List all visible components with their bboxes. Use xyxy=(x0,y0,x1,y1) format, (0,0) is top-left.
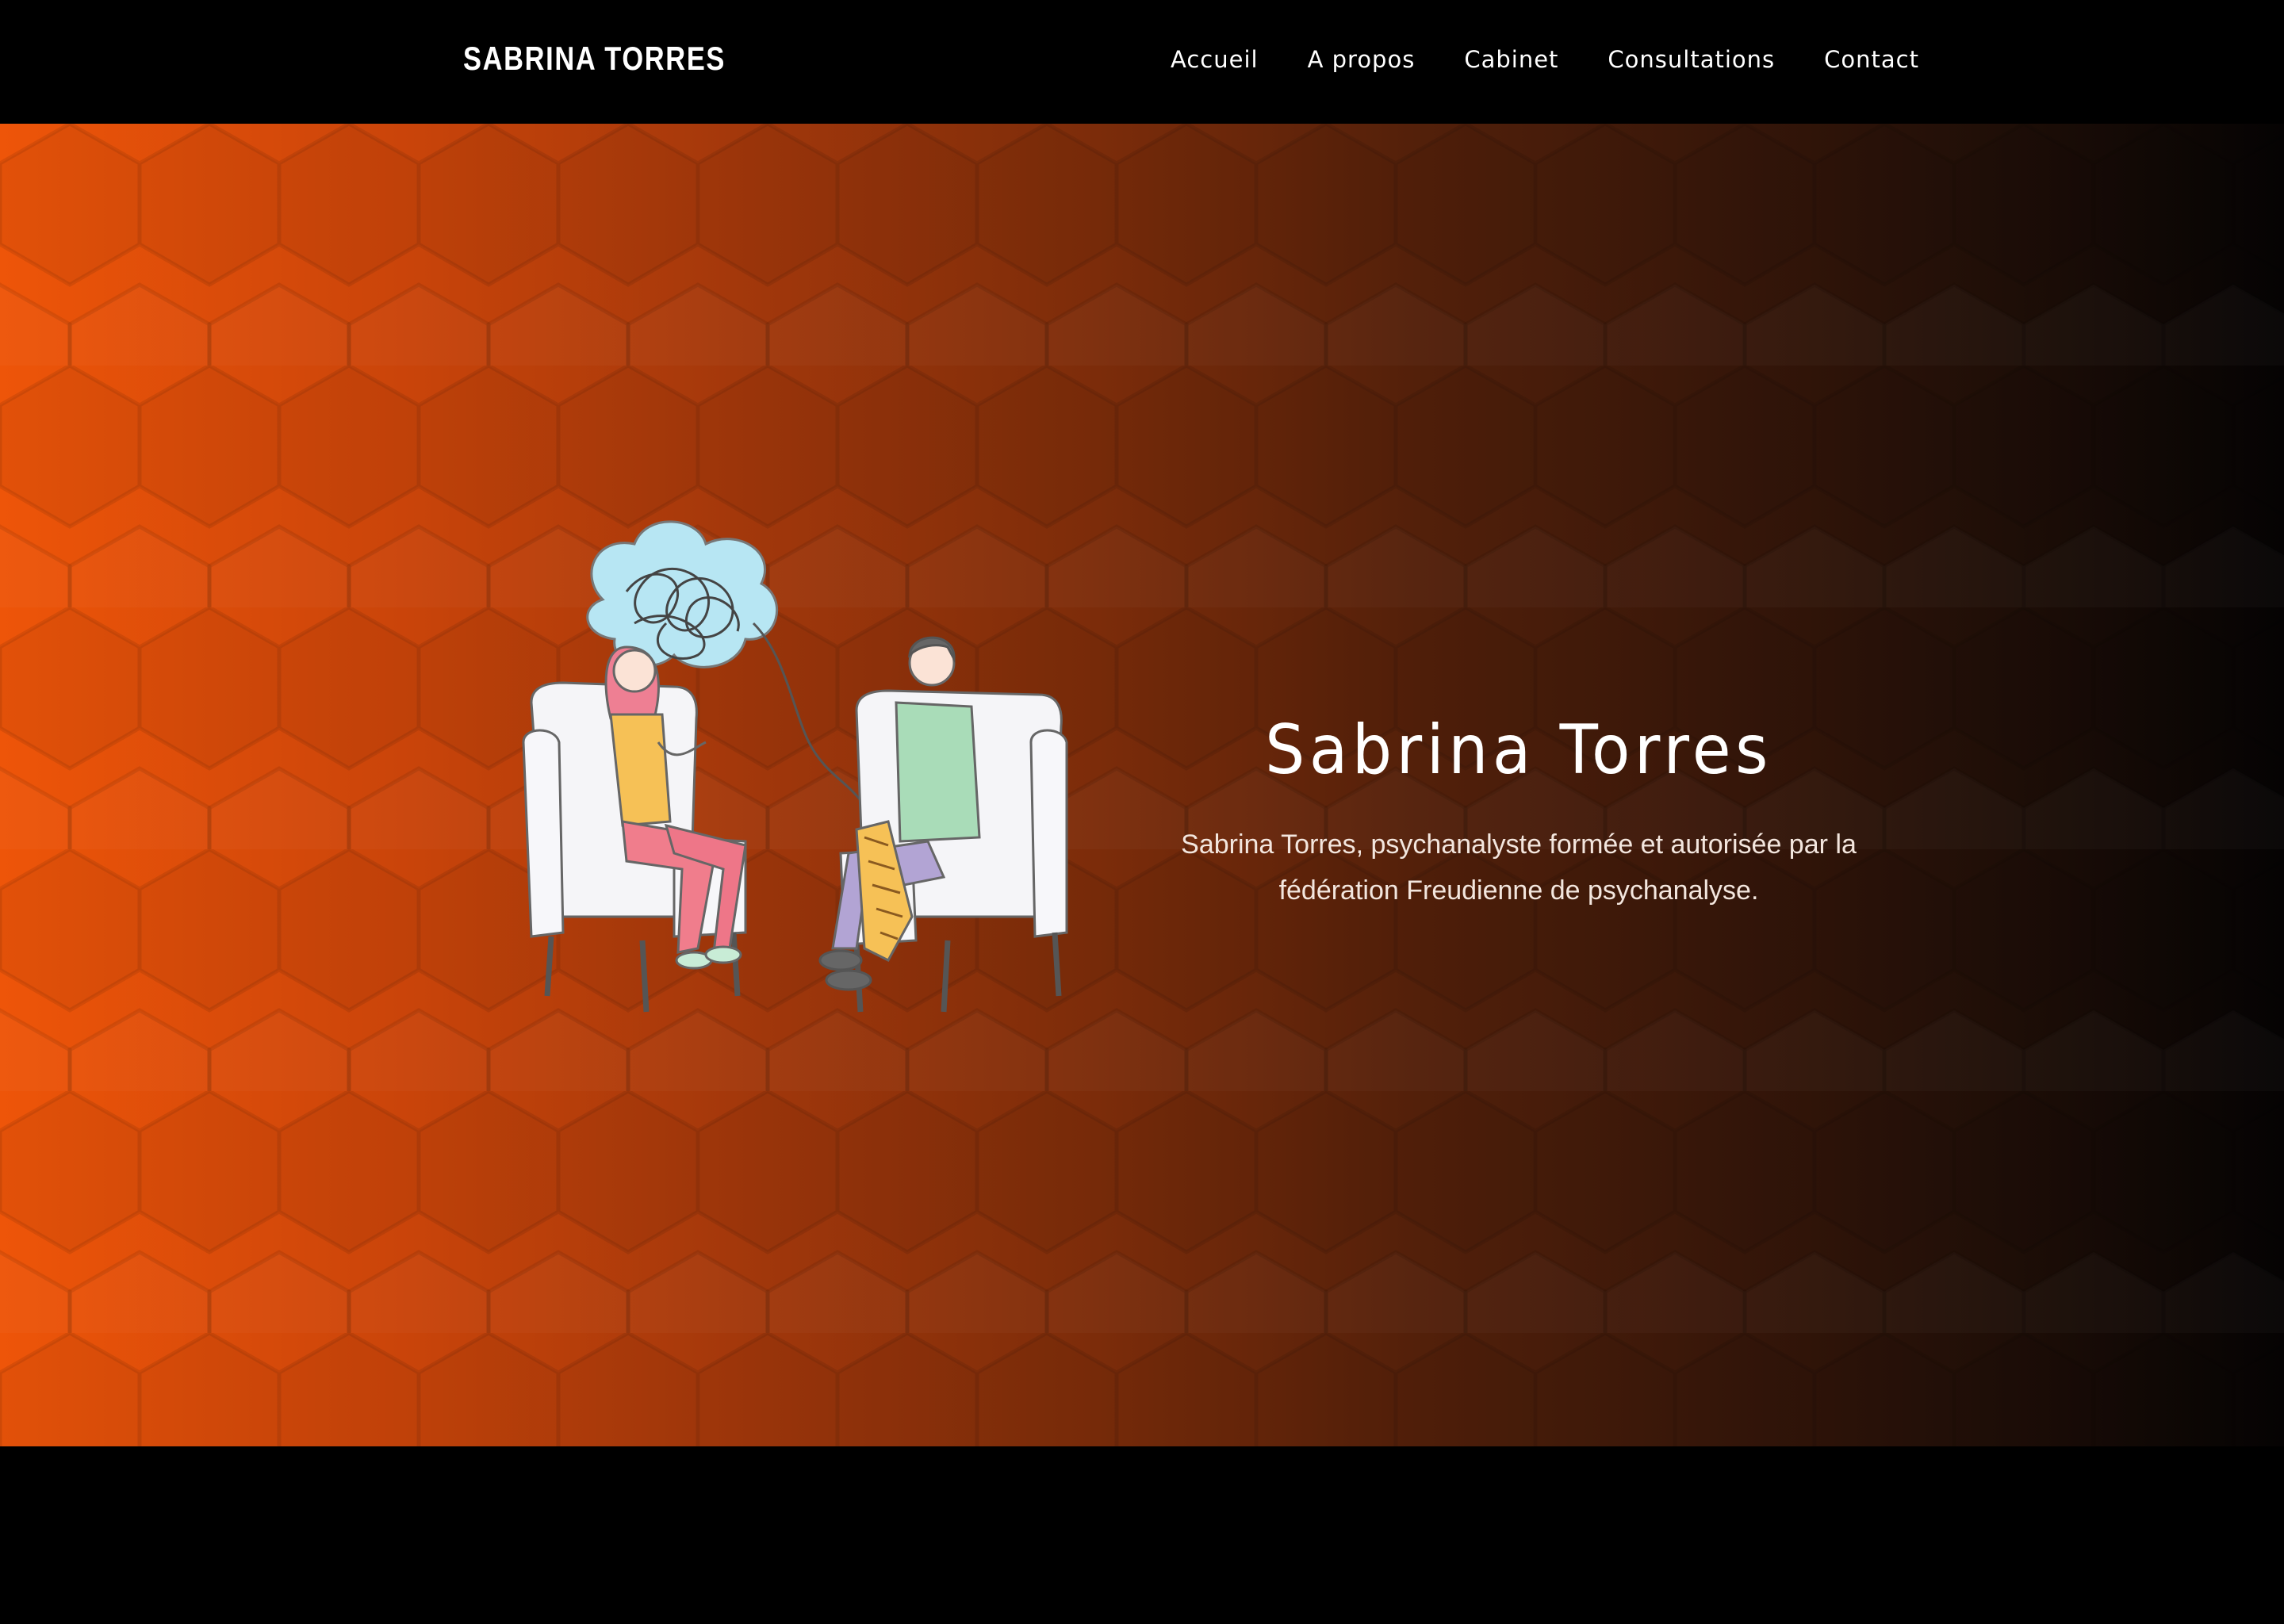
nav-item-contact: Contact xyxy=(1824,46,1919,73)
nav-link-cabinet[interactable]: Cabinet xyxy=(1464,46,1558,73)
nav-item-accueil: Accueil xyxy=(1171,46,1259,73)
hero-title: Sabrina Torres xyxy=(1265,710,1772,790)
site-header: SABRINA TORRES Accueil A propos Cabinet … xyxy=(0,0,2284,124)
hexagon-background-pattern xyxy=(0,124,2284,1446)
bottom-band xyxy=(0,1446,2284,1624)
nav-item-cabinet: Cabinet xyxy=(1464,46,1558,73)
page: SABRINA TORRES Accueil A propos Cabinet … xyxy=(0,0,2284,1624)
brand-logo-link[interactable]: SABRINA TORRES xyxy=(463,40,726,78)
nav-link-consultations[interactable]: Consultations xyxy=(1608,46,1775,73)
nav-item-a-propos: A propos xyxy=(1308,46,1416,73)
hero-section: Sabrina Torres Sabrina Torres, psychanal… xyxy=(0,124,2284,1446)
therapy-session-illustration xyxy=(522,520,1068,1013)
hero-text-block: Sabrina Torres Sabrina Torres, psychanal… xyxy=(1158,710,1880,914)
nav-link-contact[interactable]: Contact xyxy=(1824,46,1919,73)
nav-list: Accueil A propos Cabinet Consultations C… xyxy=(1171,46,1919,73)
nav-link-a-propos[interactable]: A propos xyxy=(1308,46,1416,73)
nav-link-accueil[interactable]: Accueil xyxy=(1171,46,1259,73)
hero-description: Sabrina Torres, psychanalyste formée et … xyxy=(1181,829,1857,906)
nav-item-consultations: Consultations xyxy=(1608,46,1775,73)
